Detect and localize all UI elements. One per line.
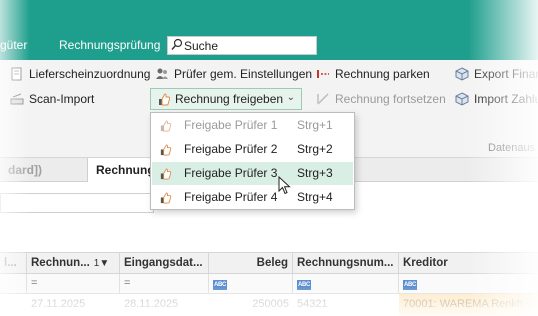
cell-kreditor: 70001: WAREMA Renkh <box>399 294 538 316</box>
menu-item-freigabe-pruefer-1[interactable]: Freigabe Prüfer 1 Strg+1 <box>152 114 353 137</box>
import-cube-icon <box>455 92 469 106</box>
mouse-cursor-icon <box>278 176 291 195</box>
rechnung-freigeben-dropdown[interactable]: Rechnung freigeben ⌄ <box>150 88 302 110</box>
chevron-down-icon: ⌄ <box>286 92 295 103</box>
scan-import-button[interactable]: Scan-Import <box>10 89 94 109</box>
tab-rechnungspruefung[interactable]: Rechnungsprüfung <box>59 38 160 52</box>
menu-item-freigabe-pruefer-4[interactable]: Freigabe Prüfer 4 Strg+4 <box>152 186 353 209</box>
grid-filter-row: = = ABC ABC ABC <box>0 274 538 294</box>
col-header-kreditor[interactable]: Kreditor <box>399 253 538 275</box>
col-header-beleg[interactable]: Beleg <box>209 253 293 275</box>
rechnung-fortsetzen-button[interactable]: Rechnung fortsetzen <box>316 89 446 109</box>
search-icon <box>171 38 183 50</box>
thumbs-up-icon <box>160 144 172 156</box>
thumbs-up-icon <box>159 93 171 106</box>
cell-rechnungsnummer: 54321 <box>297 298 328 310</box>
document-link-icon <box>11 67 22 81</box>
tab-gueter[interactable]: güter <box>0 38 27 52</box>
search-input[interactable] <box>184 38 314 53</box>
cell-eingangsdatum: 28.11.2025 <box>124 298 179 310</box>
filter-cell-rechnungsnummer[interactable]: ABC <box>293 274 399 294</box>
cell-beleg: 250005 <box>252 298 289 310</box>
filter-cell-beleg[interactable]: ABC <box>209 274 293 294</box>
menu-item-freigabe-pruefer-2[interactable]: Freigabe Prüfer 2 Strg+2 <box>152 138 353 161</box>
thumbs-up-icon <box>160 192 172 204</box>
col-header-eingangsdatum[interactable]: Eingangsdat... <box>120 253 209 275</box>
users-icon <box>156 68 168 79</box>
col-header-0[interactable]: l... <box>0 253 27 275</box>
doc-tab-rechnung[interactable]: Rechnung <box>87 158 157 182</box>
search-box[interactable] <box>167 36 317 55</box>
resume-icon <box>317 93 329 105</box>
table-row[interactable]: 27.11.2025 28.11.2025 250005 54321 70001… <box>0 294 538 316</box>
export-cube-icon <box>455 67 469 81</box>
menu-item-freigabe-pruefer-3[interactable]: Freigabe Prüfer 3 Strg+3 <box>152 162 353 185</box>
text-filter-icon: ABC <box>297 280 311 290</box>
thumbs-up-icon <box>160 120 172 132</box>
lieferscheinzuordnung-button[interactable]: Lieferscheinzuordnung <box>10 64 150 84</box>
freigabe-menu: Freigabe Prüfer 1 Strg+1 Freigabe Prüfer… <box>150 112 355 210</box>
rechnung-parken-button[interactable]: Rechnung parken <box>316 64 430 84</box>
scanner-icon <box>10 93 24 105</box>
text-filter-icon: ABC <box>403 280 417 290</box>
filter-cell-rechnungsdatum[interactable]: = <box>27 274 120 294</box>
filter-cell-eingangsdatum[interactable]: = <box>120 274 209 294</box>
filter-input[interactable] <box>0 193 154 213</box>
pruefer-einstellungen-button[interactable]: Prüfer gem. Einstellungen <box>155 64 312 84</box>
col-header-rechnungsnummer[interactable]: Rechnungsnum... <box>293 253 399 275</box>
filter-cell-0[interactable] <box>0 274 27 294</box>
filter-cell-kreditor[interactable]: ABC <box>399 274 538 294</box>
group-label-datenaustausch: Datenaus <box>488 142 536 154</box>
grid-header: l... Rechnun... 1▼ Eingangsdat... Beleg R… <box>0 252 538 275</box>
sort-desc-icon[interactable]: 1▼ <box>94 258 109 269</box>
cell-rechnungsdatum: 27.11.2025 <box>31 298 86 310</box>
thumbs-up-icon <box>160 168 172 180</box>
col-header-rechnungsdatum[interactable]: Rechnun... 1▼ <box>27 253 120 275</box>
export-finanz-button[interactable]: Export Finan <box>455 64 538 84</box>
text-filter-icon: ABC <box>213 280 227 290</box>
park-icon <box>317 70 329 78</box>
doc-tab-standard[interactable]: dard]) <box>0 158 50 182</box>
import-zahlung-button[interactable]: Import Zahlu <box>455 89 538 109</box>
